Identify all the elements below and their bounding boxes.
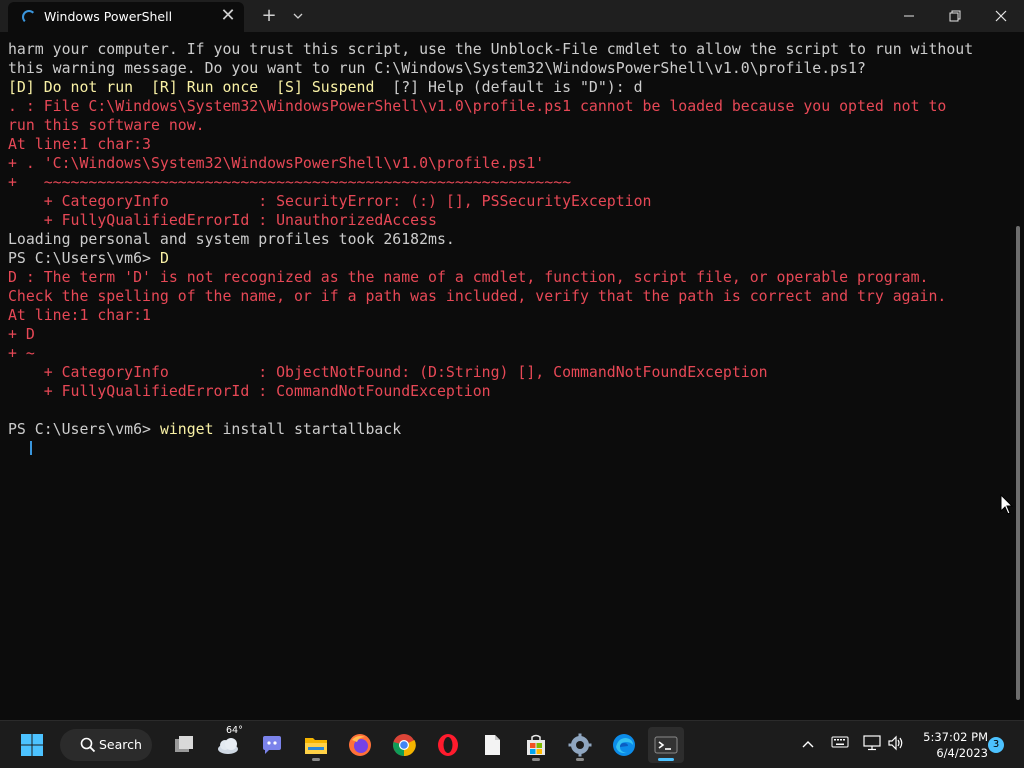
chevron-down-icon (293, 13, 303, 19)
tab-windows-powershell[interactable]: Windows PowerShell ✕ (8, 2, 244, 32)
error-line: + ~ (8, 344, 35, 362)
document-icon (485, 735, 500, 755)
title-bar: Windows PowerShell ✕ + (0, 0, 1024, 32)
prompt-choices: [D] Do not run [R] Run once [S] Suspend (8, 78, 393, 96)
running-indicator (576, 758, 584, 761)
start-button[interactable] (14, 727, 50, 763)
edge-button[interactable] (606, 727, 642, 763)
chat-button[interactable] (254, 727, 290, 763)
chevron-up-icon (802, 741, 814, 748)
tab-dropdown-button[interactable] (288, 5, 308, 27)
prompt-help: [?] Help (default is "D"): d (392, 78, 643, 96)
restore-icon (949, 10, 961, 22)
close-icon (995, 10, 1007, 22)
error-line: + ~~~~~~~~~~~~~~~~~~~~~~~~~~~~~~~~~~~~~~… (8, 173, 572, 191)
clock-date: 6/4/2023 (936, 746, 988, 760)
terminal-icon (654, 736, 678, 754)
firefox-icon (349, 734, 371, 756)
windows-logo-icon (21, 734, 43, 756)
task-view-icon (175, 736, 193, 752)
error-line: + FullyQualifiedErrorId : UnauthorizedAc… (8, 211, 437, 229)
opera-icon (438, 734, 458, 756)
show-hidden-icons-button[interactable] (798, 735, 818, 755)
error-line: + D (8, 325, 35, 343)
notification-badge[interactable]: 3 (988, 737, 1004, 753)
minimize-icon (904, 15, 914, 17)
taskbar: Search 64° 5:37:02 PM 6/4/2023 3 (0, 720, 1024, 768)
network-button[interactable] (862, 735, 882, 755)
terminal-output[interactable]: harm your computer. If you trust this sc… (0, 32, 1016, 720)
prompt: PS C:\Users\vm6> (8, 420, 160, 438)
error-line: + . 'C:\Windows\System32\WindowsPowerShe… (8, 154, 545, 172)
file-explorer-button[interactable] (298, 727, 334, 763)
gear-icon (568, 733, 592, 757)
opera-button[interactable] (430, 727, 466, 763)
terminal-button[interactable] (648, 727, 684, 763)
error-line: + CategoryInfo : ObjectNotFound: (D:Stri… (8, 363, 768, 381)
error-line: At line:1 char:1 (8, 306, 151, 324)
volume-button[interactable] (886, 735, 906, 755)
tab-close-icon[interactable]: ✕ (218, 6, 238, 26)
error-line: . : File C:\Windows\System32\WindowsPowe… (8, 97, 947, 115)
command-args: install startallback (213, 420, 402, 438)
keyboard-icon (831, 736, 849, 748)
store-icon (527, 734, 545, 755)
error-line: At line:1 char:3 (8, 135, 151, 153)
search-icon (80, 737, 96, 753)
task-view-button[interactable] (166, 727, 202, 763)
keyboard-button[interactable] (830, 735, 850, 755)
network-icon (863, 735, 881, 751)
cloud-icon (218, 738, 238, 754)
command: D (159, 249, 169, 267)
error-line: + CategoryInfo : SecurityError: (:) [], … (8, 192, 652, 210)
store-button[interactable] (518, 727, 554, 763)
command: winget (159, 420, 214, 438)
weather-widget[interactable]: 64° (210, 725, 246, 763)
taskbar-search[interactable]: Search (60, 729, 152, 761)
edge-icon (613, 734, 635, 756)
minimize-button[interactable] (886, 0, 932, 32)
firefox-button[interactable] (342, 727, 378, 763)
settings-button[interactable] (562, 727, 598, 763)
terminal-line: harm your computer. If you trust this sc… (8, 40, 974, 58)
prompt: PS C:\Users\vm6> (8, 249, 160, 267)
progress-cursor (30, 441, 32, 455)
maximize-button[interactable] (932, 0, 978, 32)
speaker-icon (888, 735, 903, 751)
weather-temperature: 64° (226, 725, 243, 736)
prompt-line: PS C:\Users\vm6> winget install startall… (8, 420, 401, 439)
terminal-line: this warning message. Do you want to run… (8, 59, 866, 77)
loading-spinner-icon (22, 10, 36, 24)
search-label: Search (99, 737, 142, 752)
error-line: run this software now. (8, 116, 205, 134)
clock[interactable]: 5:37:02 PM 6/4/2023 (912, 729, 988, 761)
new-tab-button[interactable]: + (258, 5, 280, 27)
chrome-icon (393, 734, 416, 757)
folder-icon (305, 738, 327, 754)
terminal-line: Loading personal and system profiles too… (8, 230, 455, 248)
error-line: Check the spelling of the name, or if a … (8, 287, 947, 305)
chat-icon (263, 736, 281, 754)
scrollbar[interactable] (1016, 226, 1020, 700)
error-line: D : The term 'D' is not recognized as th… (8, 268, 929, 286)
chrome-button[interactable] (386, 727, 422, 763)
clock-time: 5:37:02 PM (923, 730, 988, 744)
active-indicator (658, 758, 674, 761)
tab-title: Windows PowerShell (44, 9, 173, 24)
error-line: + FullyQualifiedErrorId : CommandNotFoun… (8, 382, 491, 400)
prompt-line: PS C:\Users\vm6> D (8, 249, 169, 268)
running-indicator (532, 758, 540, 761)
mouse-pointer-icon (1000, 494, 1014, 515)
terminal-line: [D] Do not run [R] Run once [S] Suspend … (8, 78, 643, 97)
running-indicator (312, 758, 320, 761)
close-window-button[interactable] (978, 0, 1024, 32)
document-button[interactable] (474, 727, 510, 763)
